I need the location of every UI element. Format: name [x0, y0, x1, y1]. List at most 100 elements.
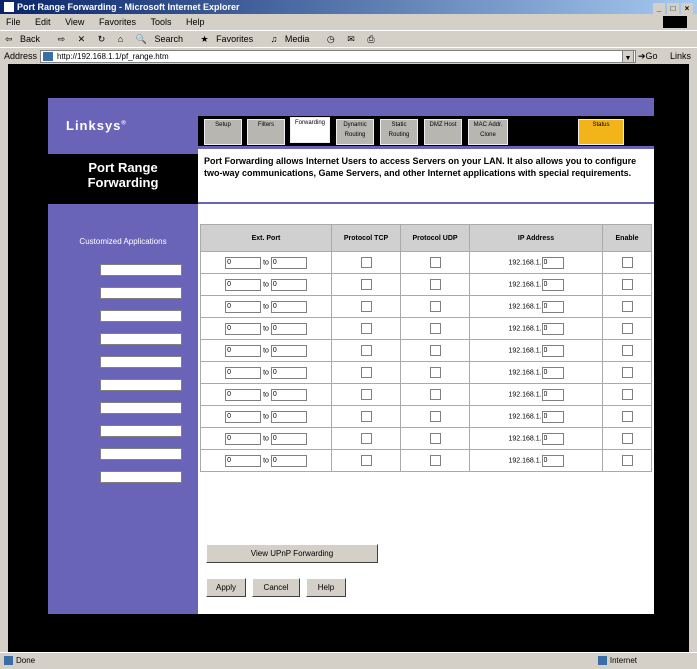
application-name-input[interactable] [100, 402, 182, 414]
udp-checkbox[interactable] [429, 323, 441, 334]
udp-checkbox[interactable] [429, 301, 441, 312]
history-icon[interactable]: ◷ [327, 34, 335, 44]
start-port-input[interactable] [225, 388, 262, 401]
stop-icon[interactable]: ✕ [78, 34, 86, 44]
enable-checkbox[interactable] [621, 389, 633, 400]
start-port-input[interactable] [225, 432, 262, 445]
ip-last-octet-input[interactable] [541, 256, 564, 269]
close-button[interactable]: × [681, 3, 693, 14]
tcp-checkbox[interactable] [360, 367, 372, 378]
tcp-checkbox[interactable] [360, 323, 372, 334]
enable-checkbox[interactable] [621, 323, 633, 334]
tab-dynamic-routing[interactable]: Dynamic Routing [336, 119, 374, 145]
enable-checkbox[interactable] [621, 433, 633, 444]
tcp-checkbox[interactable] [360, 345, 372, 356]
enable-checkbox[interactable] [621, 455, 633, 466]
start-port-input[interactable] [225, 366, 262, 379]
tab-forwarding[interactable]: Forwarding [290, 117, 330, 143]
start-port-input[interactable] [225, 278, 262, 291]
udp-checkbox[interactable] [429, 345, 441, 356]
start-port-input[interactable] [225, 344, 262, 357]
menu-view[interactable]: View [65, 17, 84, 27]
menu-tools[interactable]: Tools [150, 17, 171, 27]
tab-status[interactable]: Status [578, 119, 624, 145]
favorites-button[interactable]: ★ Favorites [200, 34, 258, 44]
menu-edit[interactable]: Edit [35, 17, 51, 27]
ip-last-octet-input[interactable] [541, 322, 564, 335]
application-name-input[interactable] [100, 448, 182, 460]
enable-checkbox[interactable] [621, 257, 633, 268]
print-icon[interactable]: ⎙ [367, 34, 374, 44]
end-port-input[interactable] [270, 388, 307, 401]
tab-static-routing[interactable]: Static Routing [380, 119, 418, 145]
enable-checkbox[interactable] [621, 345, 633, 356]
address-dropdown[interactable]: ▼ [622, 50, 634, 63]
end-port-input[interactable] [270, 432, 307, 445]
mail-icon[interactable]: ✉ [347, 34, 355, 44]
search-button[interactable]: 🔍 Search [136, 34, 188, 44]
ip-last-octet-input[interactable] [541, 300, 564, 313]
menu-help[interactable]: Help [186, 17, 205, 27]
media-button[interactable]: ♫ Media [271, 34, 315, 44]
application-name-input[interactable] [100, 356, 182, 368]
end-port-input[interactable] [270, 344, 307, 357]
udp-checkbox[interactable] [429, 411, 441, 422]
tcp-checkbox[interactable] [360, 301, 372, 312]
tcp-checkbox[interactable] [360, 455, 372, 466]
enable-checkbox[interactable] [621, 411, 633, 422]
tcp-checkbox[interactable] [360, 389, 372, 400]
end-port-input[interactable] [270, 366, 307, 379]
minimize-button[interactable]: _ [653, 3, 665, 14]
udp-checkbox[interactable] [429, 389, 441, 400]
end-port-input[interactable] [270, 256, 307, 269]
view-upnp-forwarding-button[interactable]: View UPnP Forwarding [206, 544, 378, 563]
udp-checkbox[interactable] [429, 433, 441, 444]
application-name-input[interactable] [100, 310, 182, 322]
tab-mac-clone[interactable]: MAC Addr. Clone [468, 119, 508, 145]
links-button[interactable]: Links [670, 48, 691, 64]
application-name-input[interactable] [100, 425, 182, 437]
cancel-button[interactable]: Cancel [252, 578, 300, 597]
end-port-input[interactable] [270, 300, 307, 313]
forward-button[interactable]: ⇨ [58, 34, 66, 44]
udp-checkbox[interactable] [429, 455, 441, 466]
tcp-checkbox[interactable] [360, 433, 372, 444]
end-port-input[interactable] [270, 410, 307, 423]
ip-last-octet-input[interactable] [541, 388, 564, 401]
tcp-checkbox[interactable] [360, 257, 372, 268]
start-port-input[interactable] [225, 454, 262, 467]
application-name-input[interactable] [100, 264, 182, 276]
apply-button[interactable]: Apply [206, 578, 246, 597]
back-button[interactable]: ⇦ Back [5, 34, 45, 44]
tab-filters[interactable]: Filters [247, 119, 285, 145]
tab-setup[interactable]: Setup [204, 119, 242, 145]
udp-checkbox[interactable] [429, 367, 441, 378]
tcp-checkbox[interactable] [360, 279, 372, 290]
go-button[interactable]: ➔Go [638, 48, 658, 64]
ip-last-octet-input[interactable] [541, 278, 564, 291]
application-name-input[interactable] [100, 471, 182, 483]
address-input[interactable]: http://192.168.1.1/pf_range.htm [40, 50, 636, 63]
start-port-input[interactable] [225, 322, 262, 335]
start-port-input[interactable] [225, 256, 262, 269]
tcp-checkbox[interactable] [360, 411, 372, 422]
end-port-input[interactable] [270, 454, 307, 467]
start-port-input[interactable] [225, 300, 262, 313]
ip-last-octet-input[interactable] [541, 366, 564, 379]
menu-file[interactable]: File [6, 17, 21, 27]
end-port-input[interactable] [270, 322, 307, 335]
application-name-input[interactable] [100, 287, 182, 299]
home-icon[interactable]: ⌂ [118, 34, 123, 44]
maximize-button[interactable]: □ [667, 3, 679, 14]
help-button[interactable]: Help [306, 578, 346, 597]
tab-dmz-host[interactable]: DMZ Host [424, 119, 462, 145]
end-port-input[interactable] [270, 278, 307, 291]
ip-last-octet-input[interactable] [541, 454, 564, 467]
enable-checkbox[interactable] [621, 367, 633, 378]
udp-checkbox[interactable] [429, 257, 441, 268]
ip-last-octet-input[interactable] [541, 344, 564, 357]
start-port-input[interactable] [225, 410, 262, 423]
ip-last-octet-input[interactable] [541, 432, 564, 445]
application-name-input[interactable] [100, 379, 182, 391]
application-name-input[interactable] [100, 333, 182, 345]
